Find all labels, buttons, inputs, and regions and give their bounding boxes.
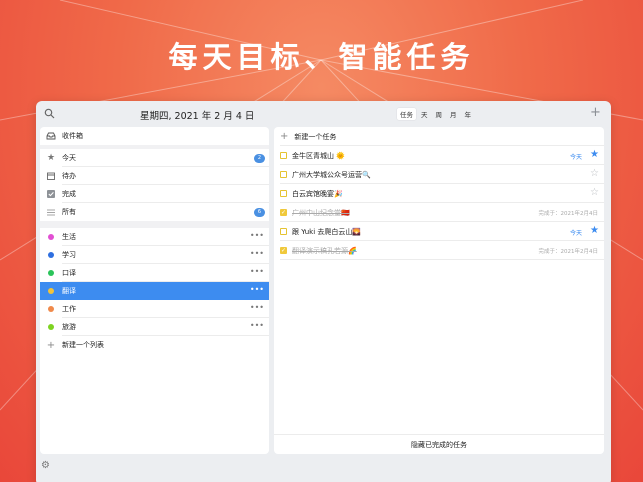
tab-day[interactable]: 天 bbox=[418, 108, 431, 120]
task-checkbox[interactable] bbox=[280, 152, 287, 159]
tab-tasks[interactable]: 任务 bbox=[397, 108, 416, 120]
section-gap bbox=[40, 221, 269, 228]
calendar-icon bbox=[40, 172, 62, 180]
task-checkbox[interactable] bbox=[280, 190, 287, 197]
sidebar-item-label: 待办 bbox=[62, 172, 76, 180]
sidebar-item-completed[interactable]: 完成 bbox=[40, 185, 269, 203]
sidebar-item-label: 完成 bbox=[62, 190, 76, 198]
task-due: 今天 bbox=[569, 230, 582, 237]
more-options-icon[interactable]: ••• bbox=[250, 321, 264, 330]
sidebar-item-label: 翻译 bbox=[62, 287, 76, 295]
sidebar-item-life[interactable]: 生活 ••• bbox=[40, 228, 269, 246]
new-task-label: 新建一个任务 bbox=[294, 132, 337, 141]
sidebar-item-all[interactable]: 所有 6 bbox=[40, 203, 269, 221]
task-row[interactable]: ✓ 翻译演示稿孔若源🌈 完成于：2021年2月4日 bbox=[274, 241, 604, 260]
gear-icon[interactable]: ⚙ bbox=[41, 460, 50, 471]
task-row[interactable]: 金牛区青城山 🌞 今天 ★ bbox=[274, 146, 604, 165]
new-list-button[interactable]: + 新建一个列表 bbox=[40, 336, 269, 354]
task-row[interactable]: 跟 Yuki 去爬白云山🌄 今天 ★ bbox=[274, 222, 604, 241]
tab-year[interactable]: 年 bbox=[462, 108, 475, 120]
list-color-dot bbox=[48, 306, 54, 312]
new-task-button[interactable]: + 新建一个任务 bbox=[274, 127, 604, 146]
star-icon[interactable]: ★ bbox=[590, 149, 599, 160]
list-color-dot bbox=[48, 234, 54, 240]
more-options-icon[interactable]: ••• bbox=[250, 231, 264, 240]
sidebar-item-label: 学习 bbox=[62, 251, 76, 259]
sidebar-item-travel[interactable]: 旅游 ••• bbox=[40, 318, 269, 336]
completed-date: 完成于：2021年2月4日 bbox=[538, 211, 599, 217]
more-options-icon[interactable]: ••• bbox=[250, 303, 264, 312]
hide-completed-button[interactable]: 隐藏已完成的任务 bbox=[274, 434, 604, 454]
star-outline-icon[interactable]: ☆ bbox=[590, 168, 599, 179]
tab-week[interactable]: 周 bbox=[433, 108, 446, 120]
sidebar-item-label: 工作 bbox=[62, 305, 76, 313]
sidebar-item-today[interactable]: ★ 今天 2 bbox=[40, 149, 269, 167]
list-color-dot bbox=[48, 252, 54, 258]
sidebar: 收件箱 ★ 今天 2 待办 完成 所有 6 生活 ••• 学习 ••• 口译 •… bbox=[40, 127, 269, 454]
list-icon bbox=[40, 209, 62, 216]
search-icon[interactable] bbox=[44, 108, 55, 119]
star-icon[interactable]: ★ bbox=[590, 225, 599, 236]
sidebar-item-inbox[interactable]: 收件箱 bbox=[40, 127, 269, 145]
task-title: 翻译演示稿孔若源🌈 bbox=[292, 246, 357, 255]
task-title: 广州大学城公众号运营🔍 bbox=[292, 170, 371, 179]
sidebar-item-interpreting[interactable]: 口译 ••• bbox=[40, 264, 269, 282]
task-row[interactable]: 广州大学城公众号运营🔍 ☆ bbox=[274, 165, 604, 184]
headline: 每天目标、智能任务 bbox=[168, 40, 475, 74]
sidebar-item-label: 生活 bbox=[62, 233, 76, 241]
inbox-icon bbox=[40, 132, 62, 140]
task-row[interactable]: ✓ 广州中山纪念堂🇨🇳 完成于：2021年2月4日 bbox=[274, 203, 604, 222]
star-outline-icon[interactable]: ☆ bbox=[590, 187, 599, 198]
app-window: 星期四, 2021 年 2 月 4 日 任务 天 周 月 年 + 收件箱 ★ 今… bbox=[36, 101, 611, 482]
task-checkbox[interactable]: ✓ bbox=[280, 209, 287, 216]
more-options-icon[interactable]: ••• bbox=[250, 267, 264, 276]
list-color-dot bbox=[48, 288, 54, 294]
tab-month[interactable]: 月 bbox=[447, 108, 460, 120]
task-title: 广州中山纪念堂🇨🇳 bbox=[292, 208, 350, 217]
plus-icon: + bbox=[46, 339, 56, 351]
task-title: 跟 Yuki 去爬白云山🌄 bbox=[292, 227, 362, 236]
list-color-dot bbox=[48, 270, 54, 276]
task-checkbox[interactable] bbox=[280, 228, 287, 235]
star-icon: ★ bbox=[46, 153, 56, 163]
sidebar-item-label: 旅游 bbox=[62, 323, 76, 331]
checkbox-icon bbox=[40, 190, 62, 198]
task-panel: + 新建一个任务 金牛区青城山 🌞 今天 ★ 广州大学城公众号运营🔍 ☆ 白云宾… bbox=[274, 127, 604, 454]
task-row[interactable]: 白云宾馆晚宴🎉 ☆ bbox=[274, 184, 604, 203]
new-list-label: 新建一个列表 bbox=[62, 341, 104, 349]
sidebar-item-label: 口译 bbox=[62, 269, 76, 277]
sidebar-item-translation[interactable]: 翻译 ••• bbox=[40, 282, 269, 300]
more-options-icon[interactable]: ••• bbox=[250, 249, 264, 258]
sidebar-item-label: 收件箱 bbox=[62, 132, 83, 140]
task-title: 金牛区青城山 🌞 bbox=[292, 151, 345, 160]
plus-icon: + bbox=[280, 131, 289, 142]
more-options-icon[interactable]: ••• bbox=[250, 285, 264, 294]
task-title: 白云宾馆晚宴🎉 bbox=[292, 189, 343, 198]
list-color-dot bbox=[48, 324, 54, 330]
current-date: 星期四, 2021 年 2 月 4 日 bbox=[140, 111, 255, 122]
view-segmented-control: 任务 天 周 月 年 bbox=[397, 108, 474, 120]
sidebar-item-work[interactable]: 工作 ••• bbox=[40, 300, 269, 318]
add-button[interactable]: + bbox=[590, 105, 601, 120]
task-checkbox[interactable] bbox=[280, 171, 287, 178]
sidebar-item-study[interactable]: 学习 ••• bbox=[40, 246, 269, 264]
sidebar-item-label: 所有 bbox=[62, 208, 76, 216]
task-checkbox[interactable]: ✓ bbox=[280, 247, 287, 254]
sidebar-item-todo[interactable]: 待办 bbox=[40, 167, 269, 185]
top-bar: 星期四, 2021 年 2 月 4 日 任务 天 周 月 年 + bbox=[36, 101, 611, 127]
count-badge: 6 bbox=[253, 208, 265, 217]
count-badge: 2 bbox=[253, 154, 265, 163]
sidebar-item-label: 今天 bbox=[62, 154, 76, 162]
completed-date: 完成于：2021年2月4日 bbox=[538, 249, 599, 255]
task-due: 今天 bbox=[569, 154, 582, 161]
